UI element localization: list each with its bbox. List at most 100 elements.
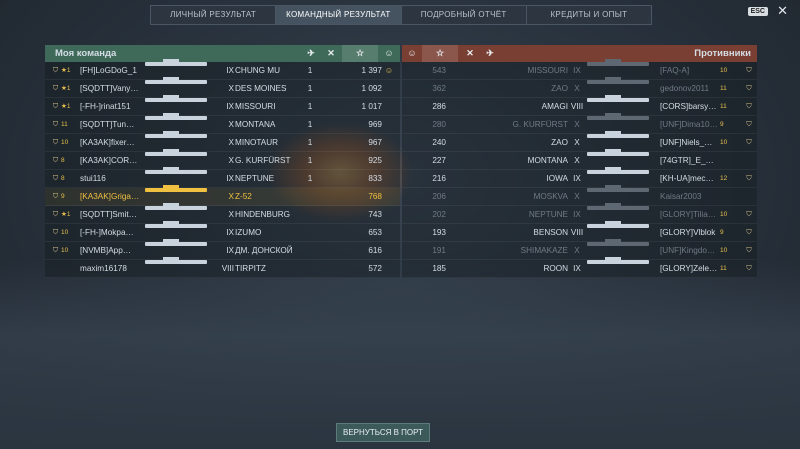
enemy-row[interactable]: 216 IOWA IX [KH-UA]mec… 12 ⛉: [402, 167, 757, 188]
ship-tier: IX: [226, 246, 234, 255]
rank-badge: 9: [61, 193, 65, 200]
player-row[interactable]: ⛉ 10 [KA3AK]fixer… X MINOTAUR 1 967: [45, 131, 400, 152]
planes-shot-icon[interactable]: ✕: [462, 45, 478, 62]
player-name[interactable]: [GLORY]Tilia…: [660, 206, 722, 223]
ship-tier: X: [574, 138, 580, 147]
ship-tier: IX: [226, 228, 234, 237]
ship-name: MISSOURI: [527, 66, 569, 75]
player-name[interactable]: [KH-UA]mec…: [660, 170, 722, 187]
rank-badge: ★1: [61, 67, 71, 74]
base-xp: 768: [368, 192, 382, 201]
my-team-panel: Моя команда ✈ ✕ ☆ ☺ ⛉ ★1 [FH]LoGDoG_1 IX CHU…: [45, 45, 400, 278]
base-xp: 653: [368, 228, 382, 237]
enemy-row[interactable]: 280 G. KURFÜRST X [UNF]Dima10… 9 ⛉: [402, 113, 757, 134]
base-xp: 280: [432, 120, 446, 129]
enemy-row[interactable]: 543 MISSOURI IX [FAQ-A] 10 ⛉: [402, 59, 757, 80]
my-team-list: ⛉ ★1 [FH]LoGDoG_1 IX CHUNG MU 1 1 397 ☺ ⛉ ★1 [SQDT…: [45, 59, 400, 278]
player-row[interactable]: ⛉ 10 [NVMB]App… IX ДМ. ДОНСКОЙ 616: [45, 239, 400, 260]
shield-icon: ⛉: [746, 103, 752, 110]
base-xp: 191: [432, 246, 446, 255]
player-row[interactable]: ⛉ 8 stui116 IX NEPTUNE 1 833: [45, 167, 400, 188]
enemy-team-panel: ☺ ☆ ✕ ✈ Противники 543 MISSOURI IX [FAQ-A] 1…: [402, 45, 757, 278]
ship-name: ZAO: [551, 84, 568, 93]
shield-icon: ⛉: [52, 247, 59, 254]
my-team-header: Моя команда ✈ ✕ ☆ ☺: [45, 45, 400, 62]
shield-icon: ⛉: [52, 103, 59, 110]
ship-tier: IX: [573, 174, 581, 183]
shield-icon: ⛉: [746, 265, 752, 272]
player-name[interactable]: gedonov2011: [660, 80, 722, 97]
player-row[interactable]: ⛉ 10 [-FH-]Mokpa… IX IZUMO 653: [45, 221, 400, 242]
ship-name: IZUMO: [235, 228, 262, 237]
player-name[interactable]: [GLORY]Vlblok: [660, 224, 722, 241]
base-xp: 743: [368, 210, 382, 219]
return-to-port-button[interactable]: ВЕРНУТЬСЯ В ПОРТ: [336, 423, 430, 442]
enemy-row[interactable]: 286 AMAGI VIII [CORS]barsy… 11 ⛉: [402, 95, 757, 116]
player-row[interactable]: ⛉ 9 [KA3AK]Griga… X Z-52 768: [45, 185, 400, 206]
my-team-title: Моя команда: [55, 48, 117, 59]
tab-personal-result[interactable]: ЛИЧНЫЙ РЕЗУЛЬТАТ: [151, 6, 277, 24]
shield-icon: ⛉: [52, 121, 59, 128]
player-name[interactable]: [UNF]Kingdo…: [660, 242, 722, 259]
ship-name: ДМ. ДОНСКОЙ: [235, 246, 293, 255]
player-name[interactable]: [GLORY]Zele…: [660, 260, 722, 277]
kills-count: 1: [307, 156, 313, 165]
rank-badge: 10: [720, 211, 728, 218]
player-row[interactable]: ⛉ ★1 [SQDTT]Smit… X HINDENBURG 743: [45, 203, 400, 224]
ship-tier: X: [574, 84, 580, 93]
tab-detailed-report[interactable]: ПОДРОБНЫЙ ОТЧЁТ: [402, 6, 527, 24]
player-name[interactable]: [74GTR]_E_…: [660, 152, 722, 169]
close-icon[interactable]: ✕: [777, 3, 788, 19]
shield-icon: ⛉: [746, 139, 752, 146]
player-name[interactable]: [CORS]barsy…: [660, 98, 722, 115]
achievement-icon[interactable]: ☺: [381, 45, 397, 62]
base-xp: 1 017: [361, 102, 383, 111]
ship-name: TIRPITZ: [235, 264, 266, 273]
enemy-row[interactable]: 202 NEPTUNE IX [GLORY]Tilia… 10 ⛉: [402, 203, 757, 224]
result-tabs: ЛИЧНЫЙ РЕЗУЛЬТАТ КОМАНДНЫЙ РЕЗУЛЬТАТ ПОД…: [150, 5, 652, 25]
ship-tier: X: [228, 138, 234, 147]
enemy-row[interactable]: 191 SHIMAKAZE X [UNF]Kingdo… 10 ⛉: [402, 239, 757, 260]
player-name[interactable]: Kaisar2003: [660, 188, 722, 205]
player-row[interactable]: ⛉ 11 [SQDTT]Tun… X MONTANA 1 969: [45, 113, 400, 134]
base-xp: 206: [432, 192, 446, 201]
ship-name: MONTANA: [527, 156, 568, 165]
player-name[interactable]: [UNF]Dima10…: [660, 116, 722, 133]
base-xp: 362: [432, 84, 446, 93]
star-icon[interactable]: ☆: [342, 45, 378, 62]
player-name[interactable]: [UNF]Niels_…: [660, 134, 722, 151]
tab-team-result[interactable]: КОМАНДНЫЙ РЕЗУЛЬТАТ: [276, 6, 402, 24]
player-row[interactable]: maxim16178 VIII TIRPITZ 572: [45, 257, 400, 278]
enemy-row[interactable]: 185 ROON IX [GLORY]Zele… 11 ⛉: [402, 257, 757, 278]
ship-tier: IX: [226, 174, 234, 183]
aircraft-icon[interactable]: ✈: [482, 45, 498, 62]
enemy-row[interactable]: 362 ZAO Xgedonov2011 11 ⛉: [402, 77, 757, 98]
base-xp: 185: [432, 264, 446, 273]
achievement-icon[interactable]: ☺: [404, 45, 420, 62]
enemy-row[interactable]: 227 MONTANA X [74GTR]_E_…: [402, 149, 757, 170]
rank-badge: ★1: [61, 103, 71, 110]
planes-shot-icon[interactable]: ✕: [323, 45, 339, 62]
player-name[interactable]: [FAQ-A]: [660, 62, 722, 79]
tab-credits-and-xp[interactable]: КРЕДИТЫ И ОПЫТ: [527, 6, 651, 24]
enemy-row[interactable]: 193 BENSON VIII [GLORY]Vlblok 9 ⛉: [402, 221, 757, 242]
star-icon[interactable]: ☆: [422, 45, 458, 62]
enemy-row[interactable]: 206 MOSKVA X Kaisar2003: [402, 185, 757, 206]
kills-count: 1: [307, 174, 313, 183]
enemy-row[interactable]: 240 ZAO X [UNF]Niels_… 10 ⛉: [402, 131, 757, 152]
rank-badge: ★1: [61, 85, 71, 92]
ship-name: MOSKVA: [533, 192, 568, 201]
player-row[interactable]: ⛉ ★1 [SQDTT]Vany… X DES MOINES 1 1 092: [45, 77, 400, 98]
player-row[interactable]: ⛉ 8 [KA3AK]COR… X G. KURFÜRST 1 925: [45, 149, 400, 170]
ship-tier: VIII: [570, 228, 584, 237]
ship-name: BENSON: [533, 228, 568, 237]
base-xp: 833: [368, 174, 382, 183]
player-row[interactable]: ⛉ ★1 [FH]LoGDoG_1 IX CHUNG MU 1 1 397 ☺: [45, 59, 400, 80]
ship-name: HINDENBURG: [235, 210, 291, 219]
player-row[interactable]: ⛉ ★1 [-FH-]rinat151 IX MISSOURI 1 1 017: [45, 95, 400, 116]
aircraft-icon[interactable]: ✈: [303, 45, 319, 62]
rank-badge: 9: [720, 121, 724, 128]
base-xp: 286: [432, 102, 446, 111]
shield-icon: ⛉: [746, 85, 752, 92]
rank-badge: 8: [61, 157, 65, 164]
